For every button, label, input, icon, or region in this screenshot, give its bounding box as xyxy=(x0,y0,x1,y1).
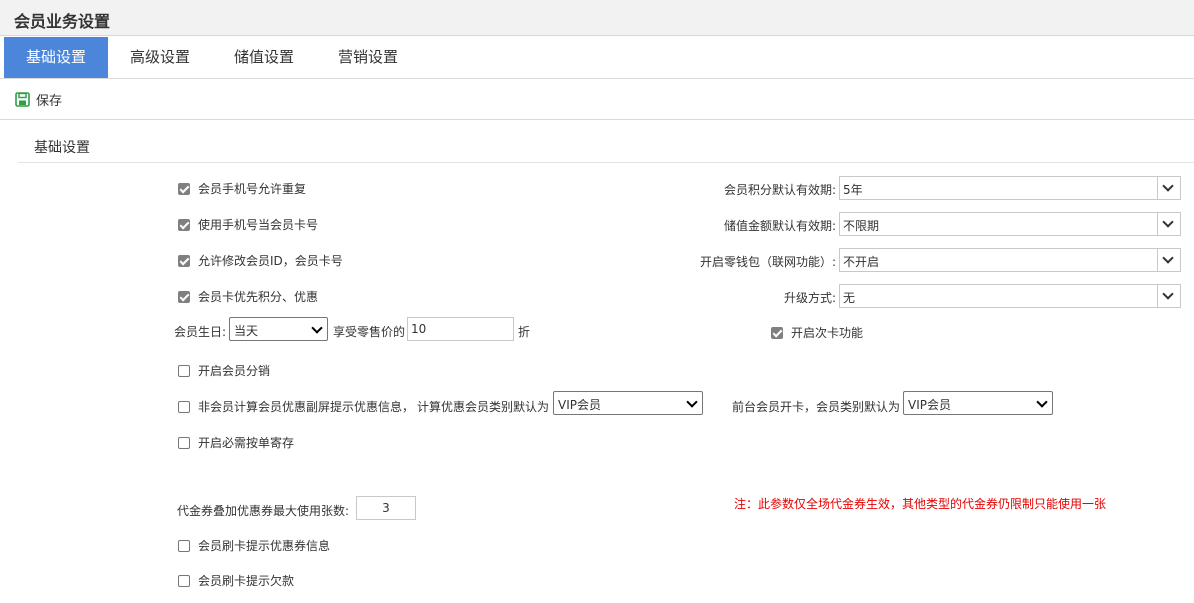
label-order-storage: 开启必需按单寄存 xyxy=(198,436,295,450)
label-allow-duplicate-phone: 会员手机号允许重复 xyxy=(198,182,307,196)
wallet-select[interactable]: 不开启 xyxy=(839,248,1181,272)
coupon-stack-input[interactable]: 3 xyxy=(356,496,416,520)
calc-member-type-value: VIP会员 xyxy=(558,398,601,412)
checkbox-phone-as-card[interactable] xyxy=(178,218,190,231)
stored-validity-value: 不限期 xyxy=(843,219,880,233)
tab-marketing-settings[interactable]: 营销设置 xyxy=(316,37,420,78)
checkbox-card-priority[interactable] xyxy=(178,290,190,303)
label-swipe-debt-tip: 会员刷卡提示欠款 xyxy=(198,574,295,588)
front-card-type-select[interactable]: VIP会员 xyxy=(903,391,1053,415)
option-non-member-prompt[interactable]: 非会员计算会员优惠副屏提示优惠信息， xyxy=(178,398,414,415)
checkbox-swipe-coupon-tip[interactable] xyxy=(178,539,190,552)
option-phone-as-card[interactable]: 使用手机号当会员卡号 xyxy=(178,216,318,233)
birthday-select-value: 当天 xyxy=(234,324,259,338)
option-enable-distribution[interactable]: 开启会员分销 xyxy=(178,362,270,379)
page-title: 会员业务设置 xyxy=(14,12,111,31)
label-secondary-card: 开启次卡功能 xyxy=(791,326,864,340)
stored-validity-select[interactable]: 不限期 xyxy=(839,212,1181,236)
checkbox-secondary-card[interactable] xyxy=(771,326,783,339)
birthday-select[interactable]: 当天 xyxy=(229,317,328,341)
chevron-down-icon[interactable] xyxy=(1157,285,1180,307)
checkbox-enable-distribution[interactable] xyxy=(178,364,190,377)
tab-advanced-settings[interactable]: 高级设置 xyxy=(108,37,212,78)
tab-basic-settings[interactable]: 基础设置 xyxy=(4,37,108,78)
checkbox-swipe-debt-tip[interactable] xyxy=(178,574,190,587)
chevron-down-icon xyxy=(686,396,698,408)
option-swipe-debt-tip[interactable]: 会员刷卡提示欠款 xyxy=(178,572,294,589)
option-allow-duplicate-phone[interactable]: 会员手机号允许重复 xyxy=(178,180,306,197)
label-calc-member-type: 计算优惠会员类别默认为 xyxy=(417,400,550,414)
label-non-member-prompt: 非会员计算会员优惠副屏提示优惠信息， xyxy=(198,400,415,414)
toolbar: 保存 xyxy=(0,80,1194,120)
calc-member-type-select[interactable]: VIP会员 xyxy=(553,391,703,415)
upgrade-select[interactable]: 无 xyxy=(839,284,1181,308)
front-card-type-value: VIP会员 xyxy=(908,398,951,412)
label-enable-distribution: 开启会员分销 xyxy=(198,364,271,378)
section-title: 基础设置 xyxy=(34,140,90,156)
checkbox-non-member-prompt[interactable] xyxy=(178,400,190,413)
chevron-down-icon[interactable] xyxy=(1157,177,1180,199)
checkbox-order-storage[interactable] xyxy=(178,436,190,449)
label-allow-edit-id: 允许修改会员ID，会员卡号 xyxy=(198,254,343,268)
checkbox-allow-duplicate-phone[interactable] xyxy=(178,182,190,195)
option-secondary-card[interactable]: 开启次卡功能 xyxy=(771,324,863,341)
tab-stored-value-settings[interactable]: 储值设置 xyxy=(212,37,316,78)
tab-bar: 基础设置 高级设置 储值设置 营销设置 xyxy=(0,37,1194,79)
save-button[interactable]: 保存 xyxy=(15,89,62,109)
option-order-storage[interactable]: 开启必需按单寄存 xyxy=(178,434,294,451)
save-disk-icon xyxy=(15,91,30,107)
label-phone-as-card: 使用手机号当会员卡号 xyxy=(198,218,319,232)
chevron-down-icon xyxy=(1036,396,1048,408)
label-card-priority: 会员卡优先积分、优惠 xyxy=(198,290,319,304)
checkbox-allow-edit-id[interactable] xyxy=(178,254,190,267)
label-stored-validity: 储值金额默认有效期: xyxy=(723,219,836,233)
option-card-priority[interactable]: 会员卡优先积分、优惠 xyxy=(178,288,318,305)
chevron-down-icon[interactable] xyxy=(1157,213,1180,235)
option-allow-edit-id[interactable]: 允许修改会员ID，会员卡号 xyxy=(178,252,343,269)
upgrade-value: 无 xyxy=(843,291,856,305)
wallet-value: 不开启 xyxy=(843,255,880,269)
birthday-discount-input[interactable]: 10 xyxy=(407,317,514,341)
label-birthday: 会员生日: xyxy=(174,325,227,339)
section-divider xyxy=(18,162,1194,163)
label-swipe-coupon-tip: 会员刷卡提示优惠券信息 xyxy=(198,539,331,553)
label-birthday-discount: 享受零售价的 xyxy=(333,325,406,339)
label-upgrade: 升级方式: xyxy=(783,291,836,305)
chevron-down-icon xyxy=(311,322,323,334)
label-coupon-stack: 代金券叠加优惠券最大使用张数: xyxy=(177,504,350,518)
label-front-card-type: 前台会员开卡，会员类别默认为 xyxy=(732,400,901,414)
label-discount-unit: 折 xyxy=(518,325,531,339)
title-bar: 会员业务设置 xyxy=(0,0,1194,36)
save-label: 保存 xyxy=(36,93,63,109)
chevron-down-icon[interactable] xyxy=(1157,249,1180,271)
points-validity-value: 5年 xyxy=(843,183,863,197)
points-validity-select[interactable]: 5年 xyxy=(839,176,1181,200)
label-points-validity: 会员积分默认有效期: xyxy=(723,183,836,197)
label-wallet: 开启零钱包（联网功能）: xyxy=(699,255,836,269)
option-swipe-coupon-tip[interactable]: 会员刷卡提示优惠券信息 xyxy=(178,537,330,554)
coupon-note: 注：此参数仅全场代金券生效，其他类型的代金券仍限制只能使用一张 xyxy=(734,497,1107,511)
